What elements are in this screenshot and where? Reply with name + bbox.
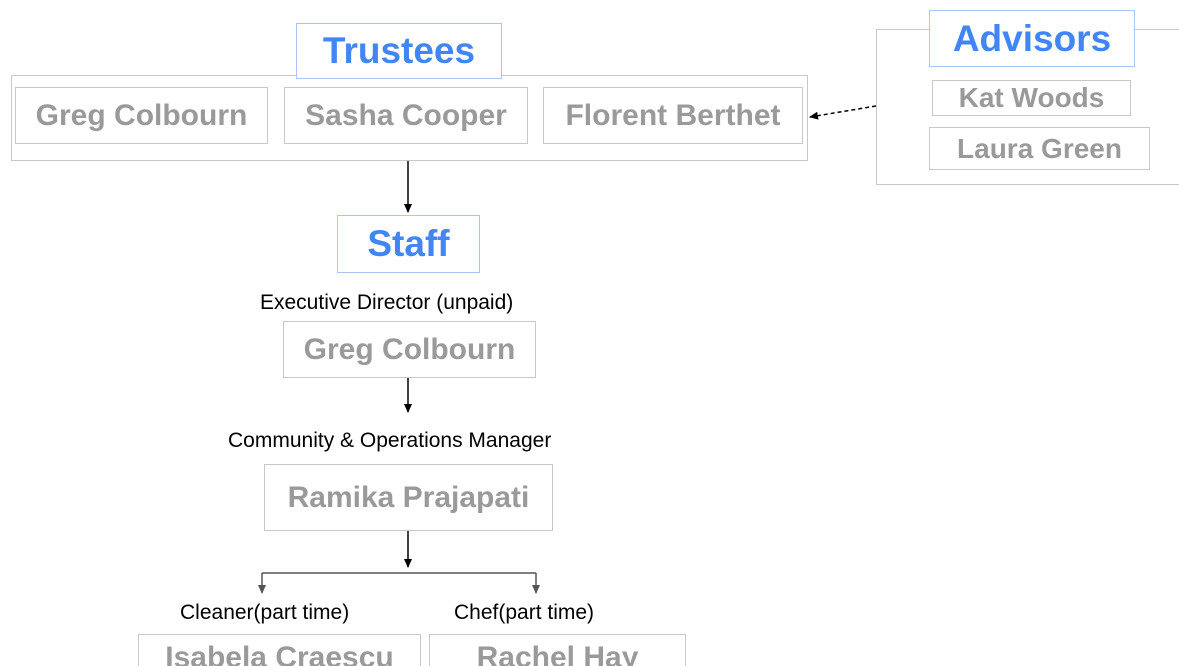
org-chart: Trustees Greg Colbourn Sasha Cooper Flor… <box>0 0 1179 666</box>
connector-lines <box>258 105 877 594</box>
advisors-to-trustees-arrow <box>809 105 877 120</box>
